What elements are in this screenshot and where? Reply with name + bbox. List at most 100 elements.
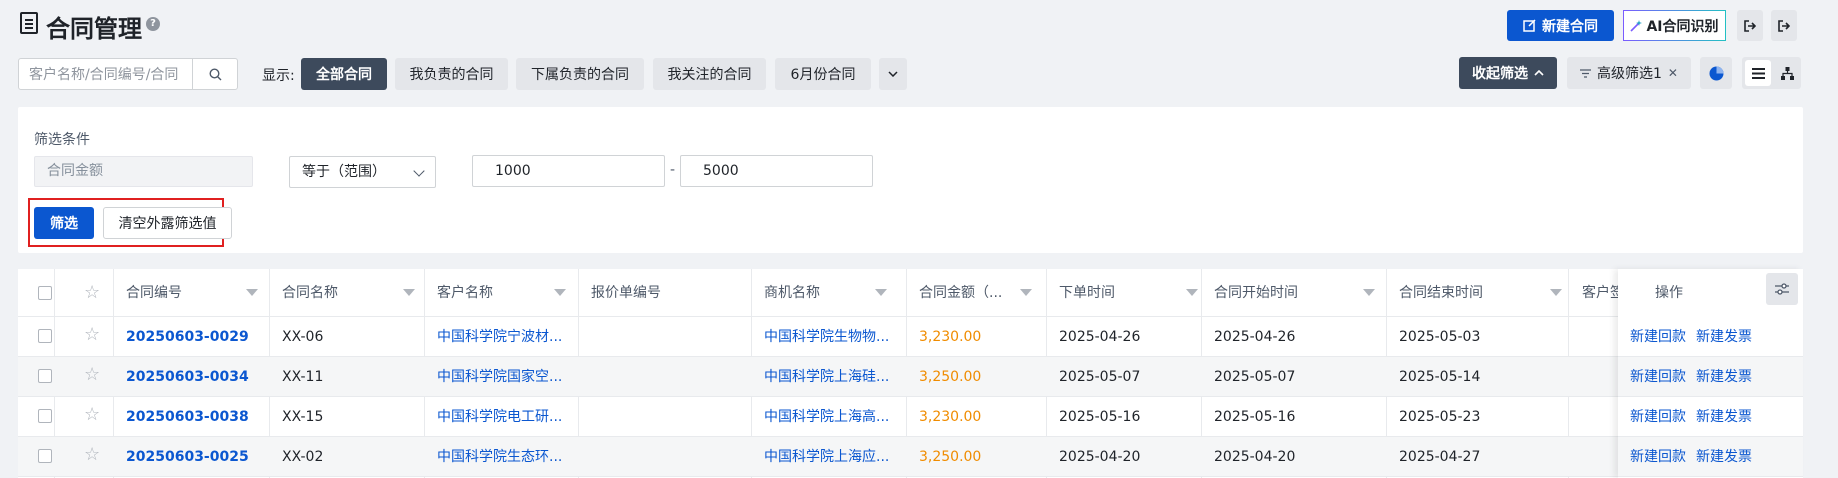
exit-icon-button-2[interactable]	[1771, 10, 1797, 41]
cell-opportunity[interactable]: 中国科学院生物物...	[764, 317, 889, 357]
collapse-filter-label: 收起筛选	[1472, 66, 1528, 82]
cell-id[interactable]: 20250603-0038	[126, 397, 249, 437]
layout-toggle[interactable]	[1742, 57, 1801, 89]
view-tab-subordinate[interactable]: 下属负责的合同	[516, 58, 644, 90]
filter-icon[interactable]	[1186, 289, 1198, 296]
view-tab-mine[interactable]: 我负责的合同	[395, 58, 508, 90]
select-all-checkbox[interactable]	[38, 286, 52, 300]
filter-icon[interactable]	[246, 289, 258, 296]
table-row: ☆ 20250603-0034 XX-11 中国科学院国家空... 中国科学院上海硅..…	[18, 357, 1803, 397]
view-tab-all[interactable]: 全部合同	[301, 58, 387, 90]
filter-icon	[1580, 68, 1591, 78]
cell-order-date: 2025-04-26	[1059, 329, 1141, 345]
cell-opportunity[interactable]: 中国科学院上海高...	[764, 397, 889, 437]
cell-end: 2025-05-23	[1399, 409, 1481, 425]
org-tree-icon	[1780, 66, 1794, 80]
advanced-filter-button[interactable]: 高级筛选1 ✕	[1567, 57, 1691, 89]
cell-amount: 3,250.00	[919, 449, 982, 465]
new-invoice-link[interactable]: 新建发票	[1696, 397, 1752, 437]
cell-end: 2025-04-27	[1399, 449, 1481, 465]
search-button[interactable]	[192, 59, 237, 89]
help-icon[interactable]: ?	[146, 17, 160, 31]
filter-operator-select[interactable]: 等于（范围）	[289, 156, 436, 188]
follow-star-icon[interactable]: ☆	[84, 366, 100, 384]
filter-icon[interactable]	[403, 289, 415, 296]
cell-end: 2025-05-03	[1399, 329, 1481, 345]
new-invoice-link[interactable]: 新建发票	[1696, 317, 1752, 357]
filter-min-input[interactable]: 1000	[472, 155, 665, 187]
more-views-button[interactable]	[879, 58, 907, 90]
cell-name: XX-02	[282, 449, 324, 465]
cell-id[interactable]: 20250603-0034	[126, 357, 249, 397]
follow-star-icon[interactable]: ☆	[84, 446, 100, 464]
range-separator: -	[670, 162, 676, 178]
ops-row: 新建回款 新建发票	[1618, 437, 1803, 477]
cell-start: 2025-05-07	[1214, 369, 1296, 385]
cell-customer[interactable]: 中国科学院生态环...	[437, 437, 562, 477]
clear-filter-button[interactable]: 清空外露筛选值	[103, 207, 232, 239]
search-placeholder: 客户名称/合同编号/合同	[29, 67, 179, 83]
filter-icon[interactable]	[1550, 289, 1562, 296]
table-header-row: ☆ 合同编号 合同名称 客户名称 报价单编号 商机名称 合同金额（... 下单时间 合同开始时间…	[18, 269, 1803, 317]
cell-amount: 3,250.00	[919, 369, 982, 385]
filter-icon[interactable]	[875, 289, 887, 296]
cell-name: XX-15	[282, 409, 324, 425]
cell-name: XX-11	[282, 369, 324, 385]
cell-customer[interactable]: 中国科学院国家空...	[437, 357, 562, 397]
row-checkbox[interactable]	[38, 449, 52, 463]
search-icon	[208, 67, 221, 80]
filter-conditions-label: 筛选条件	[34, 132, 90, 148]
cell-opportunity[interactable]: 中国科学院上海硅...	[764, 357, 889, 397]
collapse-filter-button[interactable]: 收起筛选	[1459, 57, 1557, 89]
logout-icon	[1778, 19, 1790, 32]
apply-filter-button[interactable]: 筛选	[34, 207, 94, 239]
search-input[interactable]: 客户名称/合同编号/合同	[18, 58, 238, 90]
cell-start: 2025-04-20	[1214, 449, 1296, 465]
new-payment-link[interactable]: 新建回款	[1630, 437, 1686, 477]
tree-view-button[interactable]	[1774, 60, 1800, 86]
filter-max-input[interactable]: 5000	[680, 155, 873, 187]
filter-icon[interactable]	[1020, 289, 1032, 296]
cell-id[interactable]: 20250603-0025	[126, 437, 249, 477]
edit-icon	[1523, 19, 1536, 32]
new-contract-button[interactable]: 新建合同	[1507, 10, 1614, 41]
chevron-up-icon	[1534, 70, 1544, 76]
view-tab-followed[interactable]: 我关注的合同	[653, 58, 766, 90]
row-checkbox[interactable]	[38, 409, 52, 423]
cell-order-date: 2025-05-16	[1059, 409, 1141, 425]
exit-icon-button-1[interactable]	[1737, 10, 1763, 41]
column-header: 报价单编号	[591, 285, 661, 301]
cell-customer[interactable]: 中国科学院电工研...	[437, 397, 562, 437]
filter-field-select: 合同金额	[34, 156, 253, 187]
advanced-filter-label: 高级筛选1	[1597, 66, 1662, 82]
cell-opportunity[interactable]: 中国科学院上海应...	[764, 437, 889, 477]
new-invoice-link[interactable]: 新建发票	[1696, 357, 1752, 397]
column-header: 合同金额（...	[919, 285, 1003, 301]
ai-recognize-button[interactable]: AI合同识别	[1623, 10, 1726, 41]
filter-icon[interactable]	[1363, 289, 1375, 296]
column-header: 合同开始时间	[1214, 285, 1298, 301]
cell-customer[interactable]: 中国科学院宁波材...	[437, 317, 562, 357]
new-payment-link[interactable]: 新建回款	[1630, 317, 1686, 357]
follow-star-icon[interactable]: ☆	[84, 406, 100, 424]
filter-icon[interactable]	[554, 289, 566, 296]
new-payment-link[interactable]: 新建回款	[1630, 357, 1686, 397]
table-row: ☆ 20250603-0038 XX-15 中国科学院电工研... 中国科学院上海高..…	[18, 397, 1803, 437]
row-checkbox[interactable]	[38, 369, 52, 383]
column-header: 客户名称	[437, 285, 493, 301]
cell-name: XX-06	[282, 329, 324, 345]
cell-id[interactable]: 20250603-0029	[126, 317, 249, 357]
new-invoice-link[interactable]: 新建发票	[1696, 437, 1752, 477]
new-payment-link[interactable]: 新建回款	[1630, 397, 1686, 437]
view-tab-june[interactable]: 6月份合同	[775, 58, 871, 90]
clear-advanced-filter-icon[interactable]: ✕	[1668, 66, 1678, 80]
page-title: 合同管理	[46, 15, 142, 43]
list-view-button[interactable]	[1745, 60, 1771, 86]
column-settings-button[interactable]	[1766, 273, 1798, 305]
column-header: 下单时间	[1059, 285, 1115, 301]
list-icon	[1751, 67, 1765, 79]
chart-view-button[interactable]	[1700, 57, 1732, 89]
row-checkbox[interactable]	[38, 329, 52, 343]
column-header: 合同结束时间	[1399, 285, 1483, 301]
follow-star-icon[interactable]: ☆	[84, 326, 100, 344]
